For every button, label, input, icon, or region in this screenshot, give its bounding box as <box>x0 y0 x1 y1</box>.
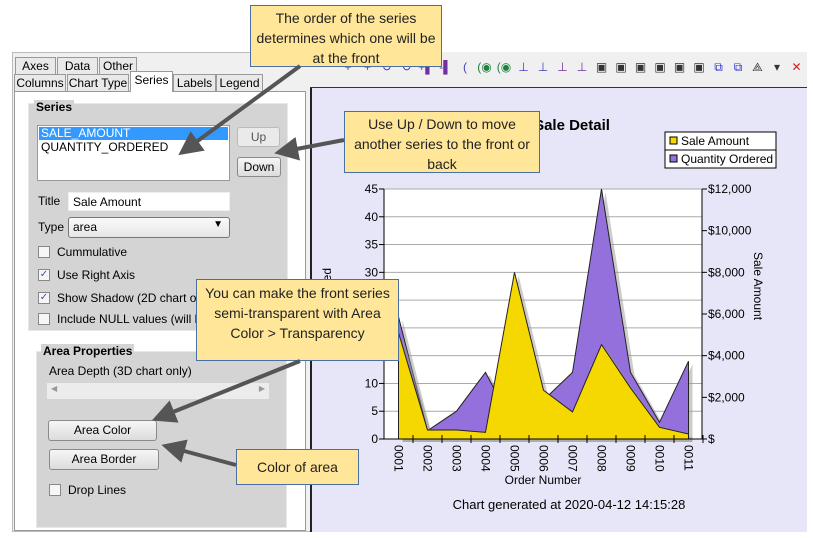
right-tick-label: $6,000 <box>708 307 745 321</box>
x-tick-label: 0009 <box>624 445 638 472</box>
x-tick-label: 0006 <box>537 445 551 472</box>
right-tick-label: $12,000 <box>708 182 752 196</box>
legend-swatch <box>669 136 678 145</box>
tab-series[interactable]: Series <box>130 71 173 92</box>
x-tick-label: 0008 <box>595 445 609 472</box>
right-tick-label: $4,000 <box>708 349 745 363</box>
right-tick-label: $8,000 <box>708 265 745 279</box>
callout-series-order: The order of the series determines which… <box>250 5 442 67</box>
x-tick-label: 0004 <box>479 445 493 472</box>
chart-footer: Chart generated at 2020-04-12 14:15:28 <box>453 497 686 512</box>
callout-color-of-area: Color of area <box>236 449 359 485</box>
x-tick-label: 0010 <box>653 445 667 472</box>
left-tick-label: 30 <box>365 265 379 279</box>
x-tick-label: 0001 <box>392 445 406 472</box>
callout-transparency: You can make the front series semi-trans… <box>196 279 399 361</box>
x-tick-label: 0002 <box>421 445 435 472</box>
left-tick-label: 45 <box>365 182 379 196</box>
legend-swatch <box>669 154 678 163</box>
left-tick-label: 0 <box>371 432 378 446</box>
area-chart: 051015202530354045$$2,000$4,000$6,000$8,… <box>320 117 777 512</box>
legend-label: Quantity Ordered <box>681 152 773 166</box>
callout-up-down: Use Up / Down to move another series to … <box>344 111 540 173</box>
chart-title: Sale Detail <box>534 117 610 134</box>
right-tick-label: $10,000 <box>708 224 752 238</box>
right-tick-label: $2,000 <box>708 390 745 404</box>
x-tick-label: 0011 <box>682 445 696 471</box>
right-tick-label: $ <box>708 432 715 446</box>
left-tick-label: 10 <box>365 376 379 390</box>
legend-label: Sale Amount <box>681 134 750 148</box>
x-tick-label: 0005 <box>508 445 522 472</box>
left-tick-label: 40 <box>365 210 379 224</box>
x-tick-label: 0007 <box>566 445 580 472</box>
x-axis-title: Order Number <box>505 473 582 487</box>
right-axis-title: Sale Amount <box>751 252 765 321</box>
left-tick-label: 5 <box>371 404 378 418</box>
left-tick-label: 35 <box>365 238 379 252</box>
x-tick-label: 0003 <box>450 445 464 472</box>
